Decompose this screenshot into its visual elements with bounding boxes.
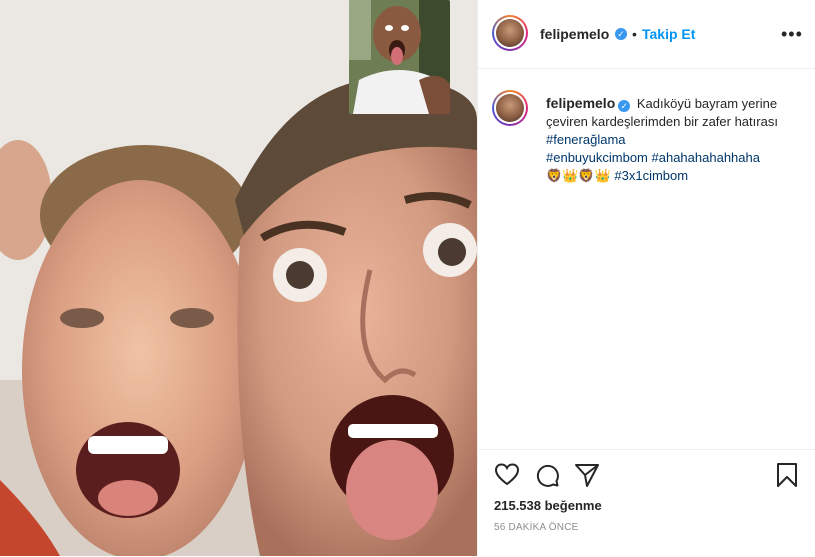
hashtag-link[interactable]: #3x1cimbom [614,168,688,183]
post-media[interactable] [0,0,477,556]
caption-verified-badge-icon: ✓ [618,100,631,112]
crown-emoji: 👑 [594,168,611,183]
caption-text: felipemelo ✓ Kadıköyü bayram yerine çevir… [546,94,796,185]
hashtag-link[interactable]: #enbuyukcimbom [546,150,648,165]
more-options-icon[interactable]: ••• [781,24,802,44]
lion-emoji: 🦁 [546,168,563,183]
video-call-pip [349,0,450,114]
verified-badge-icon: ✓ [615,28,627,40]
post-header: felipemelo ✓ • Takip Et ••• [478,0,815,69]
crown-emoji: 👑 [562,168,579,183]
caption-avatar[interactable] [492,90,528,126]
user-avatar[interactable] [492,15,528,51]
post-caption: felipemelo ✓ Kadıköyü bayram yerine çevir… [478,69,815,449]
pip-photo [349,0,450,114]
post-actions: 215.538 beğenme 56 DAKİKA ÖNCE [478,449,815,557]
follow-button[interactable]: Takip Et [642,26,695,42]
caption-username[interactable]: felipemelo [546,95,615,111]
bookmark-icon[interactable] [774,462,800,488]
share-icon[interactable] [574,462,600,488]
separator-dot: • [632,26,637,42]
hashtag-link[interactable]: #fenerağlama [546,132,626,147]
post-sidebar: felipemelo ✓ • Takip Et ••• felipemelo ✓ … [477,0,815,556]
comment-icon[interactable] [534,462,560,488]
heart-icon[interactable] [494,462,520,488]
likes-count[interactable]: 215.538 beğenme [494,498,602,513]
lion-emoji: 🦁 [578,168,595,183]
hashtag-link[interactable]: #ahahahahahhaha [652,150,760,165]
post-timestamp[interactable]: 56 DAKİKA ÖNCE [494,522,579,533]
header-username[interactable]: felipemelo [540,26,609,42]
